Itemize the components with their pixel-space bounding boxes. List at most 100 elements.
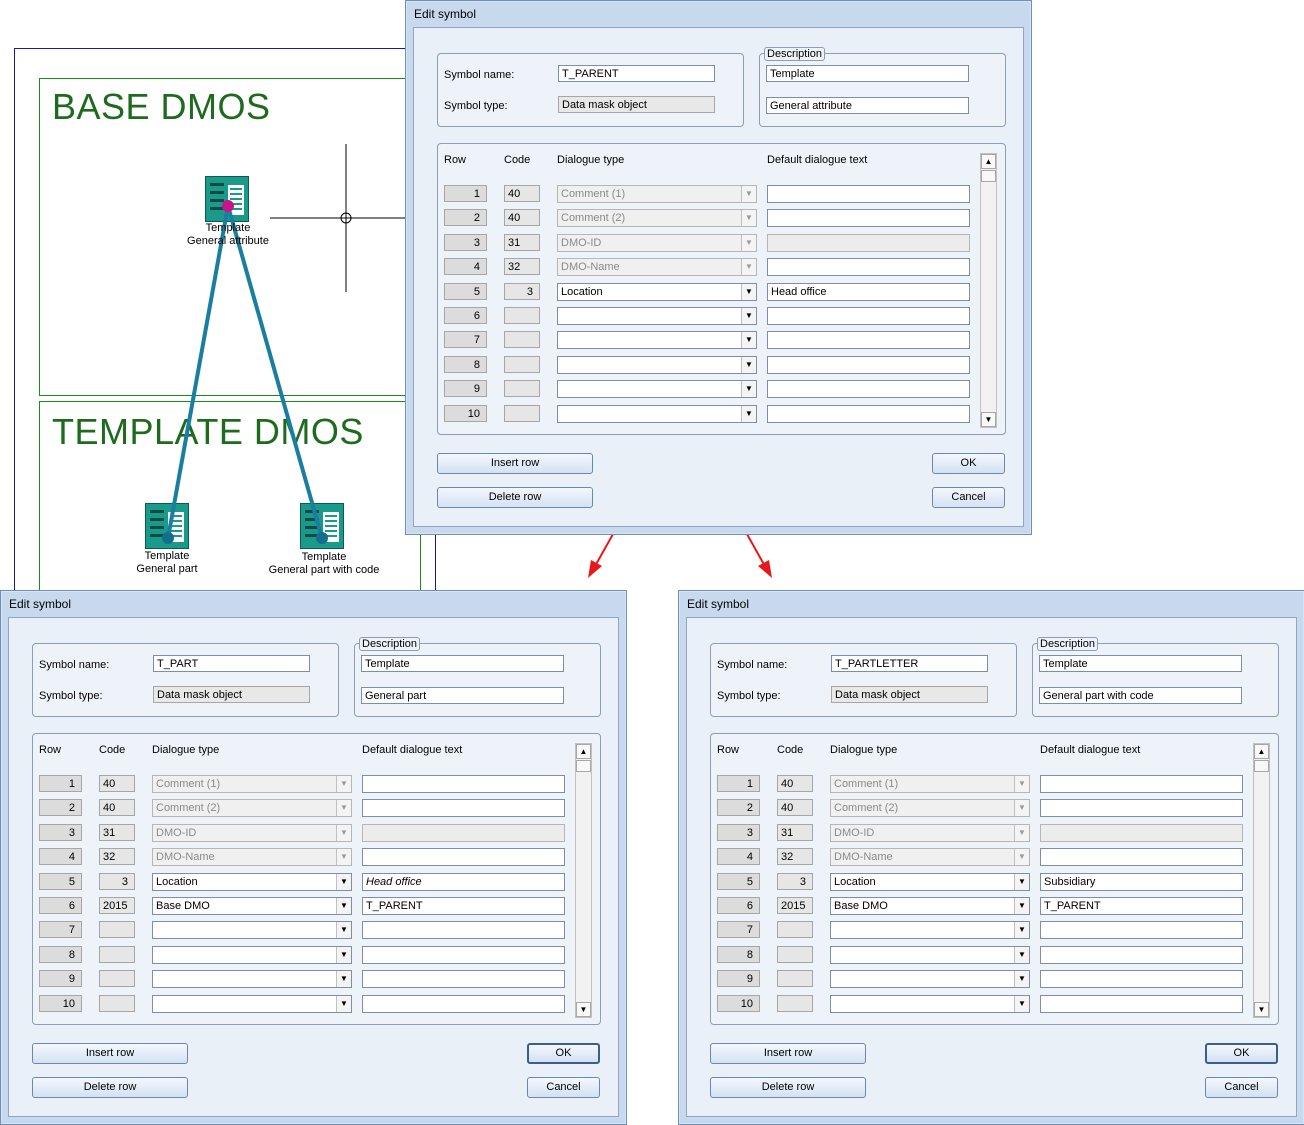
default-text-field[interactable] — [767, 404, 970, 423]
default-text-field[interactable] — [1040, 921, 1243, 940]
dialogue-type-select[interactable]: Location ▼ — [557, 282, 757, 301]
scroll-up-icon[interactable]: ▲ — [1254, 744, 1269, 759]
default-text-field[interactable] — [767, 209, 970, 228]
row-code-field[interactable] — [99, 994, 135, 1012]
chevron-down-icon[interactable]: ▼ — [1014, 898, 1029, 914]
row-code-field[interactable]: 3 — [777, 872, 813, 890]
table-scrollbar[interactable]: ▲ ▼ — [980, 153, 997, 428]
row-code-field[interactable] — [504, 331, 540, 349]
chevron-down-icon[interactable]: ▼ — [741, 332, 756, 349]
row-code-field[interactable]: 31 — [777, 823, 813, 841]
ok-button[interactable]: OK — [527, 1043, 600, 1064]
default-text-field[interactable] — [1040, 799, 1243, 818]
default-text-field[interactable] — [1040, 848, 1243, 867]
row-code-field[interactable]: 40 — [99, 799, 135, 817]
chevron-down-icon[interactable]: ▼ — [1014, 873, 1029, 890]
chevron-down-icon[interactable]: ▼ — [1014, 922, 1029, 939]
row-code-field[interactable] — [777, 921, 813, 939]
description-field-2[interactable]: General part — [361, 687, 564, 704]
cancel-button[interactable]: Cancel — [932, 487, 1005, 508]
dialogue-type-select[interactable]: ▼ — [830, 970, 1030, 989]
default-text-field[interactable] — [767, 307, 970, 325]
dialogue-type-select[interactable]: ▼ — [152, 994, 352, 1013]
insert-row-button[interactable]: Insert row — [32, 1043, 188, 1064]
row-code-field[interactable]: 2015 — [99, 897, 135, 914]
row-code-field[interactable]: 32 — [777, 848, 813, 866]
scroll-down-icon[interactable]: ▼ — [1254, 1002, 1269, 1017]
row-code-field[interactable] — [99, 970, 135, 988]
scroll-thumb[interactable] — [981, 170, 996, 182]
row-code-field[interactable]: 40 — [777, 799, 813, 817]
ok-button[interactable]: OK — [932, 453, 1005, 474]
row-code-field[interactable] — [777, 970, 813, 988]
dialogue-type-select[interactable]: Base DMO ▼ — [830, 897, 1030, 915]
dialogue-type-select[interactable]: ▼ — [557, 307, 757, 325]
symbol-name-field[interactable]: T_PARTLETTER — [831, 655, 988, 672]
chevron-down-icon[interactable]: ▼ — [336, 995, 351, 1012]
delete-row-button[interactable]: Delete row — [32, 1077, 188, 1098]
row-code-field[interactable] — [504, 307, 540, 324]
description-field-2[interactable]: General part with code — [1039, 687, 1242, 704]
dialogue-type-select[interactable]: ▼ — [557, 380, 757, 399]
row-code-field[interactable]: 40 — [504, 185, 540, 202]
row-code-field[interactable] — [504, 380, 540, 398]
description-field-1[interactable]: Template — [1039, 655, 1242, 672]
chevron-down-icon[interactable]: ▼ — [741, 356, 756, 373]
symbol-name-field[interactable]: T_PARENT — [558, 65, 715, 82]
row-code-field[interactable] — [777, 994, 813, 1012]
chevron-down-icon[interactable]: ▼ — [336, 898, 351, 914]
chevron-down-icon[interactable]: ▼ — [336, 922, 351, 939]
row-code-field[interactable]: 32 — [504, 258, 540, 276]
dialogue-type-select[interactable]: Base DMO ▼ — [152, 897, 352, 915]
chevron-down-icon[interactable]: ▼ — [336, 971, 351, 988]
default-text-field[interactable] — [1040, 994, 1243, 1013]
default-text-field[interactable] — [362, 848, 565, 867]
default-text-field[interactable] — [362, 970, 565, 989]
row-code-field[interactable]: 40 — [504, 209, 540, 227]
scroll-down-icon[interactable]: ▼ — [576, 1002, 591, 1017]
default-text-field[interactable] — [362, 945, 565, 964]
delete-row-button[interactable]: Delete row — [437, 487, 593, 508]
default-text-field[interactable] — [362, 823, 565, 842]
insert-row-button[interactable]: Insert row — [710, 1043, 866, 1064]
dialogue-type-select[interactable]: ▼ — [557, 331, 757, 350]
chevron-down-icon[interactable]: ▼ — [741, 308, 756, 324]
scroll-up-icon[interactable]: ▲ — [981, 154, 996, 169]
ok-button[interactable]: OK — [1205, 1043, 1278, 1064]
dialogue-type-select[interactable]: ▼ — [557, 355, 757, 374]
dialogue-type-select[interactable]: ▼ — [152, 945, 352, 964]
default-text-field[interactable] — [362, 921, 565, 940]
chevron-down-icon[interactable]: ▼ — [741, 283, 756, 300]
dialogue-type-select[interactable]: Location ▼ — [152, 872, 352, 891]
description-field-1[interactable]: Template — [766, 65, 969, 82]
default-text-field[interactable] — [767, 258, 970, 277]
default-text-field[interactable] — [767, 380, 970, 399]
scroll-up-icon[interactable]: ▲ — [576, 744, 591, 759]
default-text-field[interactable] — [767, 331, 970, 350]
default-text-field[interactable]: Head office — [767, 282, 970, 301]
chevron-down-icon[interactable]: ▼ — [1014, 971, 1029, 988]
row-code-field[interactable]: 3 — [504, 282, 540, 300]
row-code-field[interactable] — [99, 945, 135, 963]
row-code-field[interactable]: 31 — [99, 823, 135, 841]
row-code-field[interactable]: 3 — [99, 872, 135, 890]
scroll-thumb[interactable] — [576, 760, 591, 772]
chevron-down-icon[interactable]: ▼ — [336, 873, 351, 890]
row-code-field[interactable]: 32 — [99, 848, 135, 866]
chevron-down-icon[interactable]: ▼ — [741, 405, 756, 422]
scroll-thumb[interactable] — [1254, 760, 1269, 772]
dialogue-type-select[interactable]: Location ▼ — [830, 872, 1030, 891]
chevron-down-icon[interactable]: ▼ — [336, 946, 351, 963]
row-code-field[interactable]: 40 — [99, 775, 135, 792]
scroll-down-icon[interactable]: ▼ — [981, 412, 996, 427]
default-text-field[interactable] — [767, 355, 970, 374]
delete-row-button[interactable]: Delete row — [710, 1077, 866, 1098]
dialogue-type-select[interactable]: ▼ — [557, 404, 757, 423]
chevron-down-icon[interactable]: ▼ — [1014, 946, 1029, 963]
row-code-field[interactable] — [777, 945, 813, 963]
default-text-field[interactable]: T_PARENT — [362, 897, 565, 915]
row-code-field[interactable] — [504, 355, 540, 373]
row-code-field[interactable]: 2015 — [777, 897, 813, 914]
row-code-field[interactable]: 40 — [777, 775, 813, 792]
default-text-field[interactable] — [362, 994, 565, 1013]
